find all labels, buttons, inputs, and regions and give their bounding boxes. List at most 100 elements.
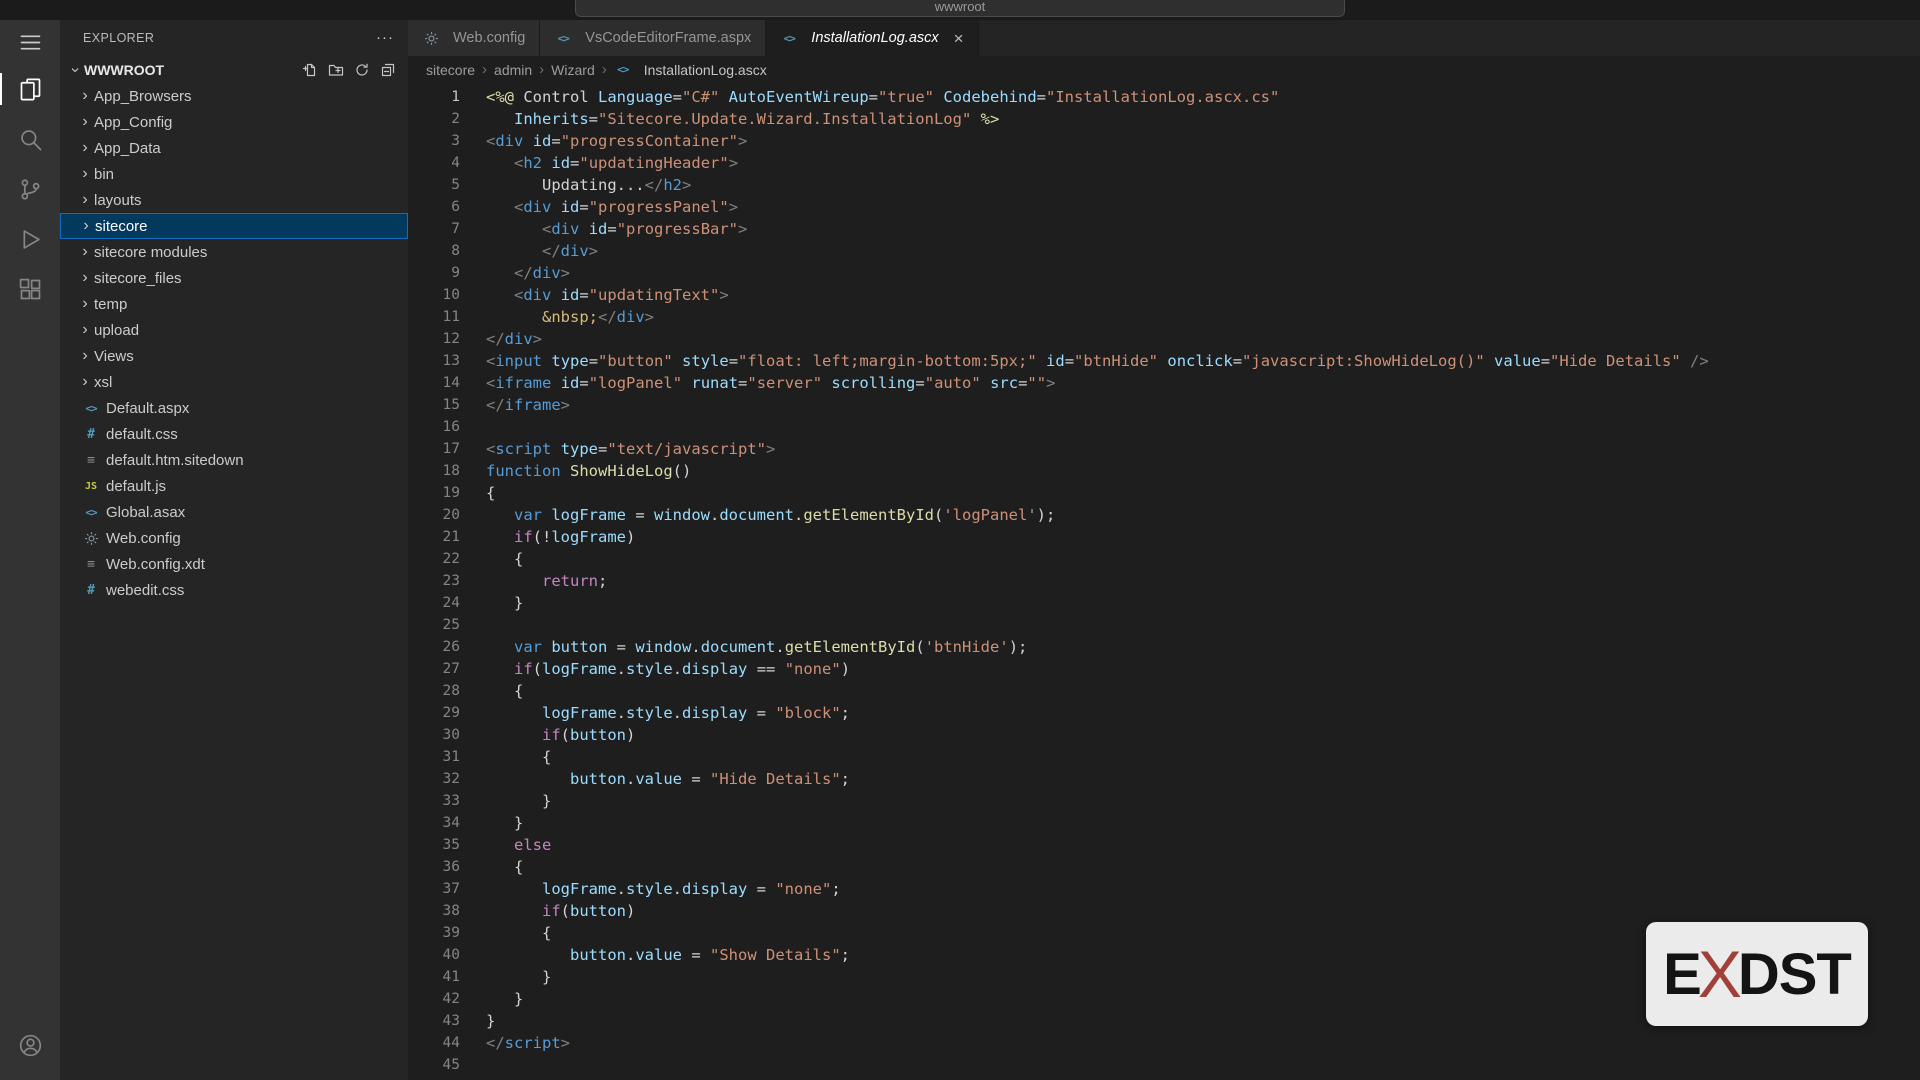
refresh-icon[interactable] (354, 62, 370, 78)
new-folder-icon[interactable] (328, 62, 344, 78)
code-line-text: <div id="progressContainer"> (460, 130, 747, 152)
code-line[interactable]: 31 { (408, 746, 1920, 768)
code-line[interactable]: 35 else (408, 834, 1920, 856)
code-line[interactable]: 14<iframe id="logPanel" runat="server" s… (408, 372, 1920, 394)
tree-file-Web.config[interactable]: Web.config (60, 525, 408, 551)
code-line[interactable]: 18function ShowHideLog() (408, 460, 1920, 482)
explorer-header: EXPLORER ··· (60, 20, 408, 56)
tree-file-default.js[interactable]: JSdefault.js (60, 473, 408, 499)
activity-source-control[interactable] (0, 164, 60, 214)
code-line-text: Inherits="Sitecore.Update.Wizard.Install… (460, 108, 999, 130)
code-line[interactable]: 6 <div id="progressPanel"> (408, 196, 1920, 218)
tree-folder-App_Data[interactable]: ›App_Data (60, 135, 408, 161)
tree-folder-layouts[interactable]: ›layouts (60, 187, 408, 213)
tab-Web.config[interactable]: Web.config (408, 20, 540, 56)
code-line[interactable]: 3<div id="progressContainer"> (408, 130, 1920, 152)
tab-label: InstallationLog.ascx (811, 30, 938, 46)
code-line[interactable]: 27 if(logFrame.style.display == "none") (408, 658, 1920, 680)
tree-file-default.css[interactable]: #default.css (60, 421, 408, 447)
code-line[interactable]: 30 if(button) (408, 724, 1920, 746)
code-line[interactable]: 16 (408, 416, 1920, 438)
tree-folder-App_Browsers[interactable]: ›App_Browsers (60, 83, 408, 109)
tab-VsCodeEditorFrame.aspx[interactable]: <>VsCodeEditorFrame.aspx (540, 20, 766, 56)
code-line-text: button.value = "Show Details"; (460, 944, 850, 966)
code-line[interactable]: 19{ (408, 482, 1920, 504)
code-line[interactable]: 7 <div id="progressBar"> (408, 218, 1920, 240)
code-line[interactable]: 29 logFrame.style.display = "block"; (408, 702, 1920, 724)
code-line[interactable]: 28 { (408, 680, 1920, 702)
more-actions-icon[interactable]: ··· (376, 33, 394, 43)
command-center[interactable]: wwwroot (575, 0, 1345, 17)
code-line[interactable]: 32 button.value = "Hide Details"; (408, 768, 1920, 790)
tree-file-Web.config.xdt[interactable]: ≡Web.config.xdt (60, 551, 408, 577)
logo-text-left: E (1663, 941, 1701, 1008)
code-line[interactable]: 44</script> (408, 1032, 1920, 1054)
code-line[interactable]: 15</iframe> (408, 394, 1920, 416)
code-line[interactable]: 4 <h2 id="updatingHeader"> (408, 152, 1920, 174)
code-line[interactable]: 23 return; (408, 570, 1920, 592)
tree-item-label: default.htm.sitedown (106, 452, 244, 469)
tab-InstallationLog.ascx[interactable]: <>InstallationLog.ascx× (766, 20, 978, 56)
close-icon[interactable]: × (954, 30, 964, 47)
code-line-text: <input type="button" style="float: left;… (460, 350, 1709, 372)
breadcrumb-item[interactable]: sitecore (426, 62, 475, 78)
tree-folder-upload[interactable]: ›upload (60, 317, 408, 343)
code-line[interactable]: 17<script type="text/javascript"> (408, 438, 1920, 460)
menu-button[interactable] (0, 20, 60, 64)
activity-extensions[interactable] (0, 264, 60, 314)
tree-file-Default.aspx[interactable]: <> Default.aspx (60, 395, 408, 421)
code-line[interactable]: 25 (408, 614, 1920, 636)
tree-file-Global.asax[interactable]: <>Global.asax (60, 499, 408, 525)
activity-run-debug[interactable] (0, 214, 60, 264)
tree-folder-xsl[interactable]: ›xsl (60, 369, 408, 395)
extensions-icon (17, 276, 44, 303)
new-file-icon[interactable] (302, 62, 318, 78)
code-line-text: </iframe> (460, 394, 570, 416)
breadcrumb-item[interactable]: admin (494, 62, 532, 78)
code-line[interactable]: 21 if(!logFrame) (408, 526, 1920, 548)
tree-folder-App_Config[interactable]: ›App_Config (60, 109, 408, 135)
code-line[interactable]: 12</div> (408, 328, 1920, 350)
line-number: 35 (408, 834, 460, 856)
tree-folder-sitecore-modules[interactable]: ›sitecore modules (60, 239, 408, 265)
code-line[interactable]: 8 </div> (408, 240, 1920, 262)
tree-folder-sitecore_files[interactable]: ›sitecore_files (60, 265, 408, 291)
activity-explorer[interactable] (0, 64, 60, 114)
code-line[interactable]: 45 (408, 1054, 1920, 1076)
code-line[interactable]: 38 if(button) (408, 900, 1920, 922)
tree-folder-bin[interactable]: ›bin (60, 161, 408, 187)
tree-folder-sitecore[interactable]: ›sitecore (60, 213, 408, 239)
code-line[interactable]: 20 var logFrame = window.document.getEle… (408, 504, 1920, 526)
line-number: 25 (408, 614, 460, 636)
code-file-icon: <> (82, 402, 100, 415)
code-line[interactable]: 1<%@ Control Language="C#" AutoEventWire… (408, 86, 1920, 108)
collapse-folders-icon[interactable] (380, 62, 396, 78)
line-number: 39 (408, 922, 460, 944)
tree-item-label: Default.aspx (106, 400, 189, 417)
code-line[interactable]: 9 </div> (408, 262, 1920, 284)
code-line[interactable]: 10 <div id="updatingText"> (408, 284, 1920, 306)
code-line[interactable]: 26 var button = window.document.getEleme… (408, 636, 1920, 658)
code-line[interactable]: 24 } (408, 592, 1920, 614)
code-line[interactable]: 37 logFrame.style.display = "none"; (408, 878, 1920, 900)
code-line[interactable]: 33 } (408, 790, 1920, 812)
code-line-text: </div> (460, 240, 598, 262)
code-line[interactable]: 36 { (408, 856, 1920, 878)
tree-file-default.htm.sitedown[interactable]: ≡default.htm.sitedown (60, 447, 408, 473)
code-line[interactable]: 11 &nbsp;</div> (408, 306, 1920, 328)
breadcrumb-item[interactable]: Wizard (551, 62, 595, 78)
code-line[interactable]: 2 Inherits="Sitecore.Update.Wizard.Insta… (408, 108, 1920, 130)
activity-search[interactable] (0, 114, 60, 164)
tree-root-wwwroot[interactable]: › WWWROOT (60, 56, 408, 83)
code-line[interactable]: 5 Updating...</h2> (408, 174, 1920, 196)
tree-folder-temp[interactable]: ›temp (60, 291, 408, 317)
code-line-text: logFrame.style.display = "block"; (460, 702, 850, 724)
tree-file-webedit.css[interactable]: #webedit.css (60, 577, 408, 603)
breadcrumb-file[interactable]: <>InstallationLog.ascx (614, 62, 767, 78)
code-line[interactable]: 22 { (408, 548, 1920, 570)
tree-folder-Views[interactable]: ›Views (60, 343, 408, 369)
code-line[interactable]: 34 } (408, 812, 1920, 834)
activity-account[interactable] (0, 1020, 60, 1070)
code-line[interactable]: 13<input type="button" style="float: lef… (408, 350, 1920, 372)
chevron-right-icon: › (76, 373, 94, 391)
